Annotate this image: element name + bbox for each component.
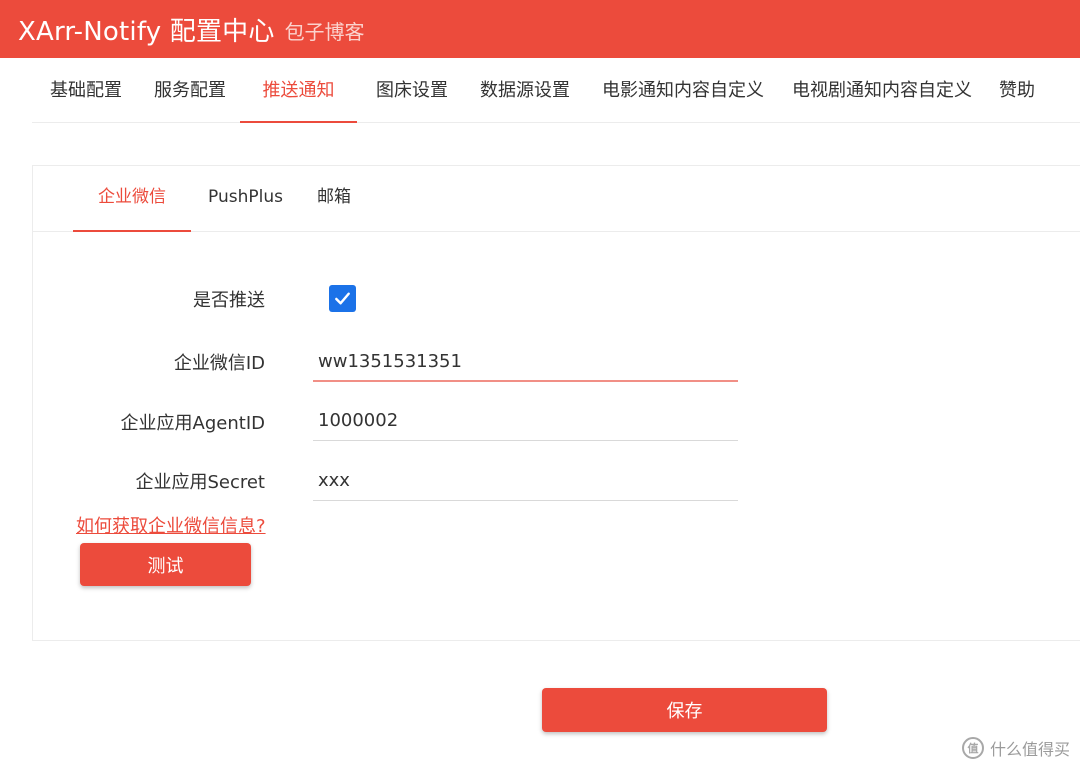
tab-sponsor[interactable]: 赞助: [999, 62, 1035, 123]
top-tab-bar: 基础配置 服务配置 推送通知 图床设置 数据源设置 电影通知内容自定义 电视剧通…: [32, 62, 1080, 123]
check-icon: [335, 292, 350, 305]
app-title: XArr-Notify 配置中心: [18, 16, 275, 47]
push-enabled-checkbox[interactable]: [329, 285, 356, 312]
tab-data-source[interactable]: 数据源设置: [480, 62, 570, 123]
wecom-help-link[interactable]: 如何获取企业微信信息?: [76, 512, 266, 538]
app-header: XArr-Notify 配置中心 包子博客: [0, 0, 1080, 58]
app-subtitle: 包子博客: [284, 20, 365, 44]
agent-id-label: 企业应用AgentID: [120, 413, 265, 434]
secret-input[interactable]: [313, 461, 738, 501]
tab-push-notify[interactable]: 推送通知: [240, 62, 357, 123]
tab-image-host[interactable]: 图床设置: [376, 62, 448, 123]
push-enabled-label: 是否推送: [193, 290, 265, 311]
test-button[interactable]: 测试: [80, 543, 251, 586]
agent-id-input[interactable]: [313, 401, 738, 441]
subtab-pushplus[interactable]: PushPlus: [208, 166, 283, 232]
corp-id-input[interactable]: [313, 342, 738, 382]
tab-service-config[interactable]: 服务配置: [154, 62, 226, 123]
watermark: 值 什么值得买: [961, 736, 1070, 760]
tab-basic-config[interactable]: 基础配置: [50, 62, 122, 123]
save-button[interactable]: 保存: [542, 688, 827, 732]
zhide-logo-icon: 值: [961, 737, 984, 759]
subtab-wecom[interactable]: 企业微信: [73, 166, 191, 232]
secret-label: 企业应用Secret: [135, 472, 265, 493]
tab-movie-template[interactable]: 电影通知内容自定义: [602, 62, 764, 123]
tab-tv-template[interactable]: 电视剧通知内容自定义: [792, 62, 972, 123]
corp-id-label: 企业微信ID: [173, 353, 265, 374]
watermark-text: 什么值得买: [989, 740, 1070, 759]
sub-tab-bar: 企业微信 PushPlus 邮箱: [33, 166, 1080, 232]
subtab-email[interactable]: 邮箱: [317, 166, 351, 232]
